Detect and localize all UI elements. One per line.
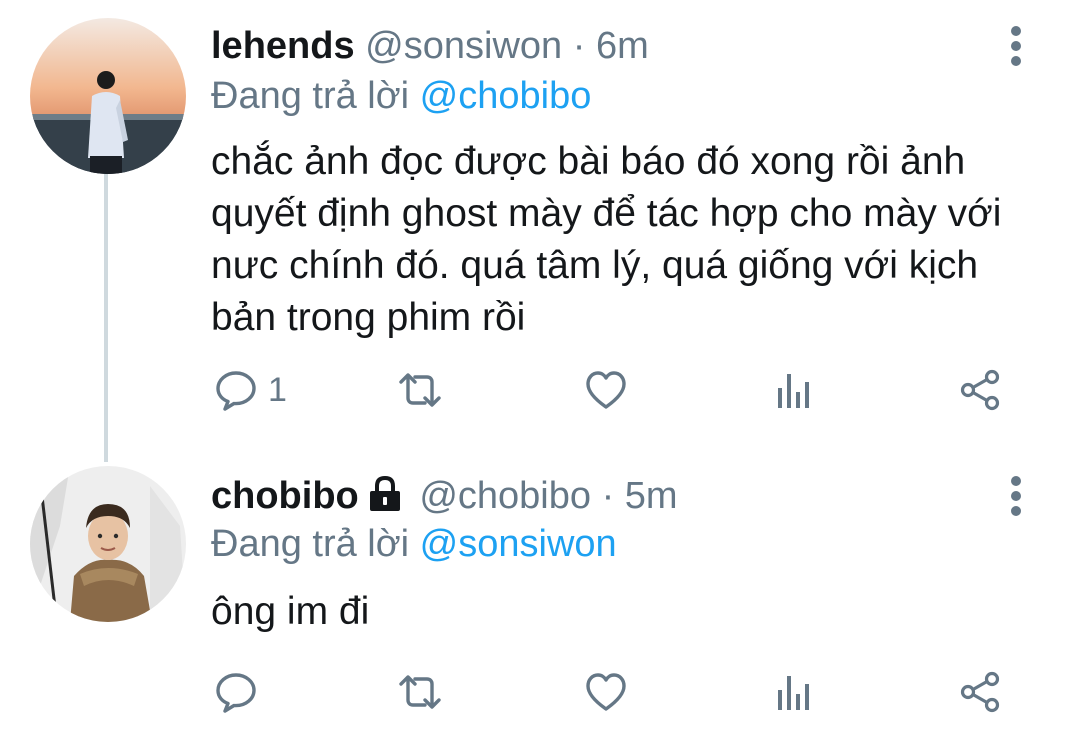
timestamp[interactable]: 6m	[596, 25, 649, 67]
replying-to: Đang trả lời @sonsiwon	[211, 520, 617, 568]
tweet[interactable]: lehends @sonsiwon · 6m Đang trả lời @cho…	[0, 0, 1080, 440]
share-button[interactable]	[958, 360, 1002, 420]
like-button[interactable]	[584, 360, 628, 420]
reply-icon	[216, 371, 256, 411]
share-button[interactable]	[958, 662, 1002, 722]
separator: ·	[601, 475, 615, 517]
analytics-icon	[778, 374, 809, 408]
tweet-text: chắc ảnh đọc được bài báo đó xong rồi ản…	[211, 140, 1002, 339]
tweet-actions	[0, 662, 1080, 722]
reply-count: 1	[268, 370, 287, 409]
tweet-actions: 1	[0, 360, 1080, 420]
timestamp[interactable]: 5m	[625, 475, 678, 517]
analytics-button[interactable]	[772, 662, 816, 722]
tweet-text: ông im đi	[211, 590, 370, 633]
tweet-header: chobibo @chobibo · 5m	[211, 472, 678, 520]
avatar[interactable]	[30, 18, 186, 174]
separator: ·	[572, 25, 586, 67]
replying-to-label: Đang trả lời	[211, 75, 410, 117]
user-handle[interactable]: @sonsiwon	[365, 25, 562, 67]
display-name[interactable]: lehends	[211, 25, 355, 67]
mention-link[interactable]: @sonsiwon	[420, 523, 617, 565]
like-icon	[586, 673, 626, 711]
replying-to: Đang trả lời @chobibo	[211, 72, 591, 120]
more-options-icon[interactable]	[1003, 18, 1029, 78]
share-icon	[960, 671, 1000, 713]
more-options-icon[interactable]	[1003, 468, 1029, 528]
avatar[interactable]	[30, 466, 186, 622]
like-icon	[586, 371, 626, 409]
mention-link[interactable]: @chobibo	[420, 75, 592, 117]
reply-icon	[216, 673, 256, 713]
retweet-button[interactable]	[398, 662, 442, 722]
tweet-header: lehends @sonsiwon · 6m	[211, 22, 649, 70]
reply-button[interactable]: 1	[214, 360, 287, 420]
replying-to-label: Đang trả lời	[211, 523, 410, 565]
retweet-icon	[399, 373, 441, 407]
analytics-button[interactable]	[772, 360, 816, 420]
reply-button[interactable]	[214, 662, 268, 722]
retweet-button[interactable]	[398, 360, 442, 420]
lock-icon	[365, 474, 405, 514]
share-icon	[960, 369, 1000, 411]
user-handle[interactable]: @chobibo	[419, 475, 591, 517]
display-name[interactable]: chobibo	[211, 475, 359, 517]
retweet-icon	[399, 675, 441, 709]
analytics-icon	[778, 676, 809, 710]
like-button[interactable]	[584, 662, 628, 722]
